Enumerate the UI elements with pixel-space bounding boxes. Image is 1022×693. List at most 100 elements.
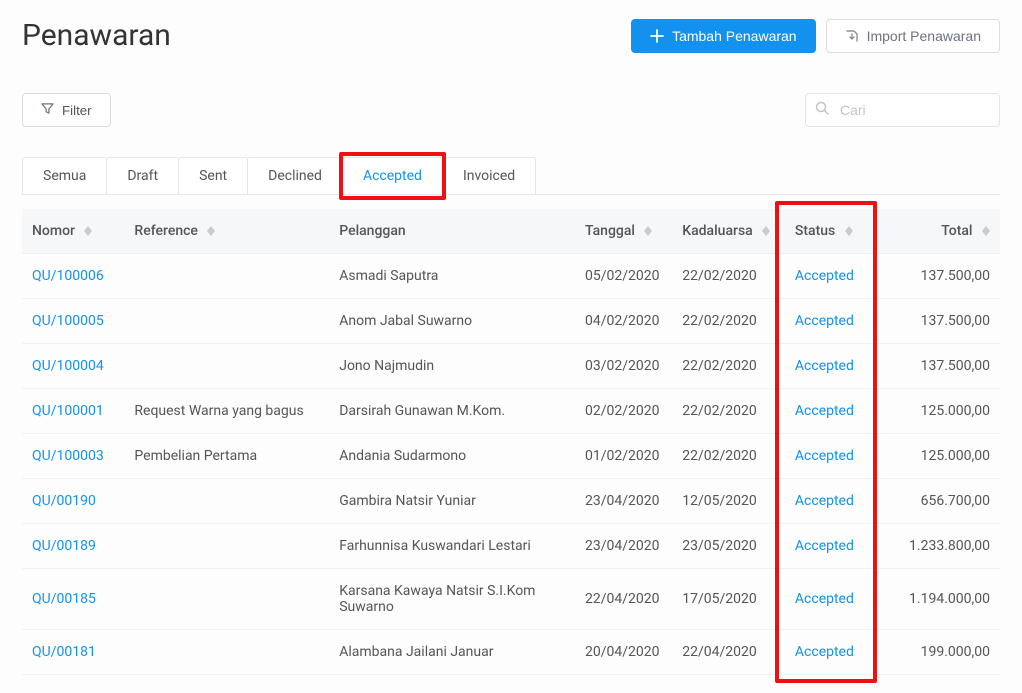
row-total: 137.500,00: [877, 344, 1000, 389]
row-kadaluarsa: 22/04/2020: [672, 630, 785, 675]
sort-icon: [845, 226, 853, 236]
row-total: 137.500,00: [877, 299, 1000, 344]
row-reference: [124, 254, 329, 299]
col-header-reference[interactable]: Reference: [124, 209, 329, 254]
row-nomor-link[interactable]: QU/100006: [32, 268, 104, 284]
col-header-kadaluarsa[interactable]: Kadaluarsa: [672, 209, 785, 254]
row-pelanggan: Alambana Jailani Januar: [329, 630, 575, 675]
row-status: Accepted: [795, 644, 854, 660]
row-reference: [124, 569, 329, 630]
row-status: Accepted: [795, 403, 854, 419]
row-total: 125.000,00: [877, 389, 1000, 434]
col-header-status[interactable]: Status: [785, 209, 877, 254]
row-kadaluarsa: 22/02/2020: [672, 299, 785, 344]
add-button[interactable]: Tambah Penawaran: [631, 19, 816, 53]
row-tanggal: 05/02/2020: [575, 254, 672, 299]
row-tanggal: 20/04/2020: [575, 630, 672, 675]
table-row: QU/00190Gambira Natsir Yuniar23/04/20201…: [22, 479, 1000, 524]
row-reference: [124, 479, 329, 524]
row-kadaluarsa: 22/02/2020: [672, 434, 785, 479]
tab-invoiced[interactable]: Invoiced: [442, 157, 536, 194]
row-tanggal: 03/02/2020: [575, 344, 672, 389]
row-nomor-link[interactable]: QU/00185: [32, 591, 96, 607]
table-row: QU/00181 Alambana Jailani Januar20/04/202…: [22, 630, 1000, 675]
page-title: Penawaran: [22, 18, 631, 53]
search-icon: [815, 101, 829, 119]
data-table: Nomor Reference Pelanggan: [22, 209, 1000, 675]
row-status: Accepted: [795, 358, 854, 374]
row-kadaluarsa: 12/05/2020: [672, 479, 785, 524]
row-nomor-link[interactable]: QU/00181: [32, 644, 96, 660]
filter-button-label: Filter: [62, 103, 92, 118]
table-row: QU/00185 Karsana Kawaya Natsir S.I.Kom Su…: [22, 569, 1000, 630]
row-tanggal: 22/04/2020: [575, 569, 672, 630]
col-header-label: Status: [795, 223, 835, 239]
table-row: QU/100005 Anom Jabal Suwarno04/02/202022/…: [22, 299, 1000, 344]
row-nomor-link[interactable]: QU/00189: [32, 538, 96, 554]
tab-declined[interactable]: Declined: [247, 157, 343, 194]
row-kadaluarsa: 22/02/2020: [672, 254, 785, 299]
col-header-label: Nomor: [32, 223, 75, 239]
row-kadaluarsa: 22/02/2020: [672, 344, 785, 389]
table-row: QU/100001 Request Warna yang bagusDarsira…: [22, 389, 1000, 434]
table-row: QU/100003Pembelian PertamaAndania Sudarm…: [22, 434, 1000, 479]
row-reference: [124, 299, 329, 344]
col-header-label: Tanggal: [585, 223, 635, 239]
row-status: Accepted: [795, 591, 854, 607]
plus-icon: [650, 29, 664, 43]
row-pelanggan: Asmadi Saputra: [329, 254, 575, 299]
sort-icon: [762, 226, 770, 236]
row-status: Accepted: [795, 268, 854, 284]
table-row: QU/00189Farhunnisa Kuswandari Lestari23/…: [22, 524, 1000, 569]
search-input[interactable]: [805, 93, 1000, 127]
row-nomor-link[interactable]: QU/100003: [32, 448, 104, 464]
col-header-tanggal[interactable]: Tanggal: [575, 209, 672, 254]
row-total: 656.700,00: [877, 479, 1000, 524]
tab-draft[interactable]: Draft: [106, 157, 179, 194]
row-tanggal: 02/02/2020: [575, 389, 672, 434]
row-pelanggan: Karsana Kawaya Natsir S.I.Kom Suwarno: [329, 569, 575, 630]
row-total: 125.000,00: [877, 434, 1000, 479]
row-total: 199.000,00: [877, 630, 1000, 675]
row-pelanggan: Anom Jabal Suwarno: [329, 299, 575, 344]
table-row: QU/100006 Asmadi Saputra05/02/202022/02/2…: [22, 254, 1000, 299]
col-header-label: Reference: [134, 223, 198, 239]
tab-semua[interactable]: Semua: [22, 157, 107, 194]
row-reference: Request Warna yang bagus: [124, 389, 329, 434]
col-header-nomor[interactable]: Nomor: [22, 209, 124, 254]
import-button[interactable]: Import Penawaran: [826, 19, 1000, 53]
sort-icon: [982, 226, 990, 236]
row-nomor-link[interactable]: QU/100004: [32, 358, 104, 374]
row-tanggal: 23/04/2020: [575, 479, 672, 524]
row-tanggal: 23/04/2020: [575, 524, 672, 569]
row-reference: [124, 630, 329, 675]
tab-accepted[interactable]: Accepted: [342, 157, 443, 194]
row-status: Accepted: [795, 538, 854, 554]
row-nomor-link[interactable]: QU/00190: [32, 493, 96, 509]
sort-icon: [207, 226, 215, 236]
row-reference: [124, 344, 329, 389]
row-total: 137.500,00: [877, 254, 1000, 299]
col-header-pelanggan: Pelanggan: [329, 209, 575, 254]
sort-icon: [84, 226, 92, 236]
row-tanggal: 04/02/2020: [575, 299, 672, 344]
row-kadaluarsa: 17/05/2020: [672, 569, 785, 630]
row-kadaluarsa: 22/02/2020: [672, 389, 785, 434]
row-total: 1.233.800,00: [877, 524, 1000, 569]
row-nomor-link[interactable]: QU/100001: [32, 403, 104, 419]
col-header-label: Total: [941, 223, 972, 239]
sort-icon: [644, 226, 652, 236]
row-pelanggan: Andania Sudarmono: [329, 434, 575, 479]
add-button-label: Tambah Penawaran: [672, 28, 797, 44]
row-total: 1.194.000,00: [877, 569, 1000, 630]
row-reference: [124, 524, 329, 569]
import-icon: [845, 29, 859, 43]
tabs: SemuaDraftSentDeclinedAcceptedInvoiced: [22, 157, 1000, 195]
col-header-label: Pelanggan: [339, 223, 405, 239]
row-nomor-link[interactable]: QU/100005: [32, 313, 104, 329]
tab-sent[interactable]: Sent: [178, 157, 248, 194]
row-pelanggan: Darsirah Gunawan M.Kom.: [329, 389, 575, 434]
filter-button[interactable]: Filter: [22, 93, 111, 127]
row-tanggal: 01/02/2020: [575, 434, 672, 479]
col-header-total[interactable]: Total: [877, 209, 1000, 254]
